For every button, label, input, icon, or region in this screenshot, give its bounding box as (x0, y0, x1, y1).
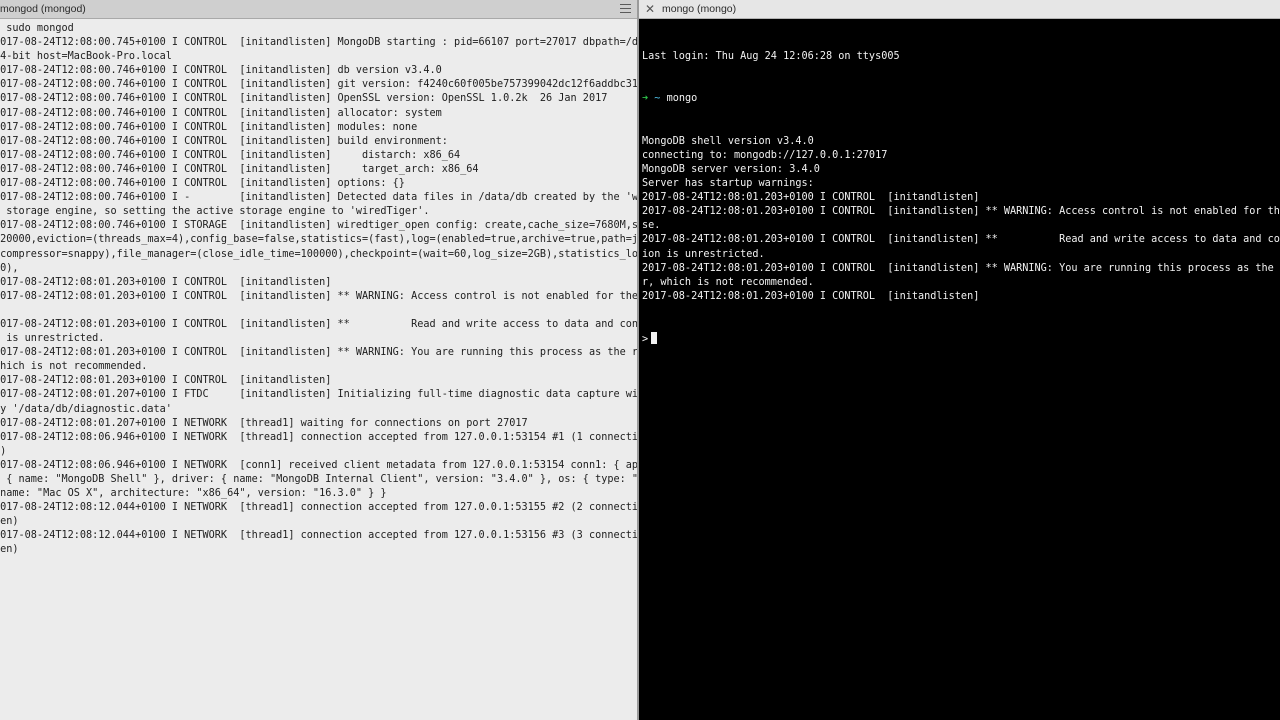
log-line: 2017-08-24T12:08:01.203+0100 I CONTROL [… (642, 234, 1280, 246)
log-line: 2017-08-24T12:08:00.746+0100 I CONTROL [… (0, 107, 442, 119)
log-line: 2017-08-24T12:08:01.203+0100 I CONTROL [… (0, 290, 637, 302)
log-line: MongoDB shell version v3.4.0 (642, 135, 814, 147)
log-line: 2017-08-24T12:08:12.044+0100 I NETWORK [… (0, 502, 637, 514)
log-line: 2017-08-24T12:08:00.746+0100 I STORAGE [… (0, 220, 637, 232)
log-line: MongoDB server version: 3.4.0 (642, 163, 820, 175)
log-line: 2017-08-24T12:08:00.746+0100 I CONTROL [… (0, 178, 405, 190)
log-line: 2017-08-24T12:08:00.746+0100 I CONTROL [… (0, 121, 418, 133)
prompt-command: mongo (666, 93, 698, 105)
log-line: 2017-08-24T12:08:06.946+0100 I NETWORK [… (0, 459, 637, 471)
log-line: 2017-08-24T12:08:00.746+0100 I - [initan… (0, 192, 637, 204)
log-line: pen) (0, 516, 19, 528)
mongod-tab-title: mongod (mongod) (0, 3, 86, 15)
log-line: r, which is not recommended. (642, 276, 814, 288)
close-tab-icon[interactable]: ✕ (645, 2, 655, 16)
log-line: se. (642, 220, 661, 232)
log-line: 2017-08-24T12:08:01.203+0100 I CONTROL [… (642, 206, 1280, 218)
log-line: 2017-08-24T12:08:00.746+0100 I CONTROL [… (0, 163, 479, 175)
hamburger-menu-icon[interactable] (620, 4, 631, 14)
log-line: Server has startup warnings: (642, 178, 814, 190)
log-line: ion is unrestricted. (642, 248, 765, 260)
log-line: 2017-08-24T12:08:01.203+0100 I CONTROL [… (0, 318, 637, 330)
log-line: =20000,eviction=(threads_max=4),config_b… (0, 234, 637, 246)
log-line: pen) (0, 544, 19, 556)
log-line: 2017-08-24T12:08:12.044+0100 I NETWORK [… (0, 530, 637, 542)
log-line: 2017-08-24T12:08:00.746+0100 I CONTROL [… (0, 149, 461, 161)
log-line: ,compressor=snappy),file_manager=(close_… (0, 248, 637, 260)
log-line: 2017-08-24T12:08:00.746+0100 I CONTROL [… (0, 79, 637, 91)
log-line: n is unrestricted. (0, 333, 105, 345)
log-line: 2017-08-24T12:08:00.746+0100 I CONTROL [… (0, 93, 608, 105)
log-line: connecting to: mongodb://127.0.0.1:27017 (642, 149, 888, 161)
mongo-tab-title: mongo (mongo) (662, 3, 737, 15)
log-line: 2017-08-24T12:08:01.203+0100 I CONTROL [… (642, 262, 1280, 274)
prompt-arrow-icon: ➜ (642, 93, 649, 105)
last-login-line: Last login: Thu Aug 24 12:06:28 on ttys0… (642, 51, 900, 63)
shell-output-lines: MongoDB shell version v3.4.0 connecting t… (642, 135, 1280, 304)
log-line: 2017-08-24T12:08:00.745+0100 I CONTROL [… (0, 37, 637, 49)
log-line: 2017-08-24T12:08:00.746+0100 I CONTROL [… (0, 65, 442, 77)
log-line: 2017-08-24T12:08:01.203+0100 I CONTROL [… (0, 375, 332, 387)
log-line: 64-bit host=MacBook-Pro.local (0, 51, 172, 63)
log-line: =0), (0, 262, 19, 274)
log-line: name: "Mac OS X", architecture: "x86_64"… (0, 488, 387, 500)
log-line: 2017-08-24T12:08:06.946+0100 I NETWORK [… (0, 431, 637, 443)
prompt-directory: ~ (654, 93, 661, 105)
log-line: $ sudo mongod (0, 23, 74, 34)
mongod-terminal-pane[interactable]: mongod (mongod) $ sudo mongod 2017-08-24T… (0, 0, 637, 720)
log-line: which is not recommended. (0, 361, 148, 373)
mongo-shell-tab[interactable]: ✕ mongo (mongo) (639, 0, 1280, 19)
log-line: 2017-08-24T12:08:01.207+0100 I FTDC [ini… (0, 389, 637, 401)
shell-input-line[interactable]: > (642, 332, 1280, 346)
log-line: 2017-08-24T12:08:01.207+0100 I NETWORK [… (0, 417, 528, 429)
shell-prompt: > (642, 334, 649, 346)
log-line: 2017-08-24T12:08:01.203+0100 I CONTROL [… (0, 347, 637, 359)
log-line: ) (0, 445, 7, 457)
log-line: 2017-08-24T12:08:01.203+0100 I CONTROL [… (642, 290, 980, 302)
mongo-shell-pane[interactable]: ✕ mongo (mongo) Last login: Thu Aug 24 1… (639, 0, 1280, 720)
prompt-line: ➜ ~ mongo (642, 92, 1280, 106)
log-line: : { name: "MongoDB Shell" }, driver: { n… (0, 474, 637, 485)
text-cursor (651, 332, 658, 345)
log-line: storage engine, so setting the active st… (0, 206, 430, 218)
mongod-terminal-tab[interactable]: mongod (mongod) (0, 0, 637, 19)
log-line: 2017-08-24T12:08:01.203+0100 I CONTROL [… (0, 276, 332, 288)
log-line: 2017-08-24T12:08:01.203+0100 I CONTROL [… (642, 192, 980, 204)
mongod-output: $ sudo mongod 2017-08-24T12:08:00.745+010… (0, 22, 637, 720)
mongo-shell-output[interactable]: Last login: Thu Aug 24 12:06:28 on ttys0… (642, 22, 1280, 720)
log-line: ry '/data/db/diagnostic.data' (0, 403, 172, 415)
log-line: 2017-08-24T12:08:00.746+0100 I CONTROL [… (0, 135, 448, 147)
